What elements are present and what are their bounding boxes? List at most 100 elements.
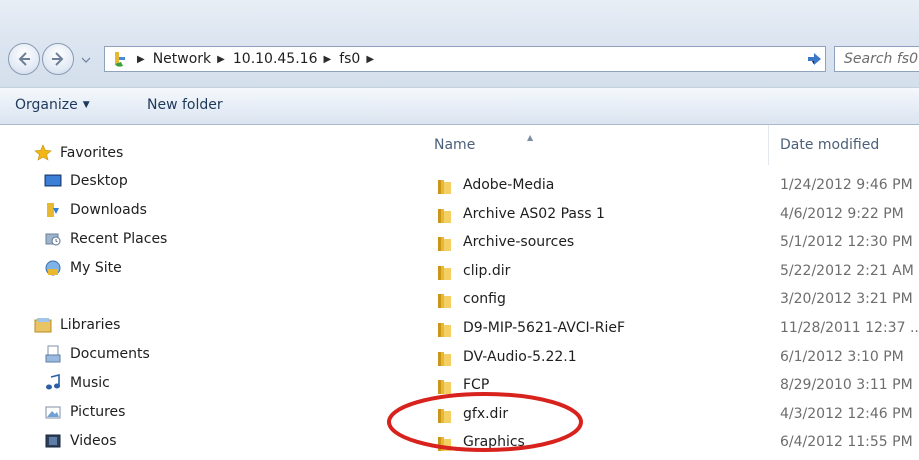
nav-item-documents[interactable]: Documents	[44, 343, 150, 365]
back-button[interactable]	[8, 43, 40, 75]
nav-item-label: Music	[70, 375, 110, 391]
file-name: Archive-sources	[463, 234, 575, 250]
file-row[interactable]: DV-Audio-5.22.1 6/1/2012 3:10 PM	[418, 344, 919, 372]
address-bar[interactable]: ▶ Network ▶ 10.10.45.16 ▶ fs0 ▶ ▼	[104, 46, 826, 72]
nav-item-videos[interactable]: Videos	[44, 430, 117, 452]
breadcrumb-separator-icon[interactable]: ▶	[366, 54, 374, 65]
my-site-icon	[45, 260, 61, 276]
breadcrumb-separator-icon[interactable]: ▶	[137, 54, 145, 65]
nav-item-label: Downloads	[70, 202, 147, 218]
nav-item-my-site[interactable]: My Site	[44, 257, 122, 279]
downloads-icon	[47, 203, 59, 217]
file-date-modified: 1/24/2012 9:46 PM	[780, 177, 913, 193]
new-folder-button[interactable]: New folder	[147, 97, 223, 113]
organize-label: Organize	[15, 97, 78, 113]
nav-item-recent-places[interactable]: Recent Places	[44, 228, 167, 250]
star-icon	[34, 144, 52, 161]
folder-icon	[438, 294, 451, 308]
file-date-modified: 4/3/2012 12:46 PM	[780, 406, 913, 422]
documents-icon	[45, 345, 61, 363]
file-date-modified: 3/20/2012 3:21 PM	[780, 291, 913, 307]
forward-button[interactable]	[42, 43, 74, 75]
recent-pages-dropdown-icon[interactable]	[80, 55, 92, 65]
file-name: Graphics	[463, 434, 525, 450]
file-date-modified: 6/4/2012 11:55 PM	[780, 434, 913, 450]
breadcrumb-network[interactable]: Network	[153, 51, 211, 67]
nav-favorites-label: Favorites	[60, 145, 124, 161]
file-row[interactable]: config 3/20/2012 3:21 PM	[418, 286, 919, 314]
folder-icon	[438, 352, 451, 366]
file-name: FCP	[463, 377, 490, 393]
folder-icon	[438, 409, 451, 423]
file-row[interactable]: D9-MIP-5621-AVCI-RieF 11/28/2011 12:37 ..…	[418, 315, 919, 343]
folder-icon	[438, 266, 451, 280]
nav-item-music[interactable]: Music	[44, 372, 110, 394]
file-name: Archive AS02 Pass 1	[463, 206, 605, 222]
file-row[interactable]: FCP 8/29/2010 3:11 PM	[418, 372, 919, 400]
file-date-modified: 6/1/2012 3:10 PM	[780, 349, 904, 365]
nav-item-label: Desktop	[70, 173, 128, 189]
file-date-modified: 8/29/2010 3:11 PM	[780, 377, 913, 393]
breadcrumb-server[interactable]: 10.10.45.16	[233, 51, 318, 67]
nav-item-desktop[interactable]: Desktop	[44, 170, 128, 192]
videos-icon	[45, 434, 61, 448]
folder-icon	[438, 380, 451, 394]
command-toolbar: Organize ▼ New folder	[0, 87, 919, 125]
folder-icon	[438, 323, 451, 337]
nav-libraries-label: Libraries	[60, 317, 121, 333]
column-divider[interactable]	[768, 125, 769, 165]
network-location-icon	[115, 52, 125, 67]
breadcrumb-separator-icon[interactable]: ▶	[323, 54, 331, 65]
file-row[interactable]: gfx.dir 4/3/2012 12:46 PM	[418, 401, 919, 429]
nav-item-label: Recent Places	[70, 231, 168, 247]
nav-libraries[interactable]: Libraries	[34, 314, 120, 336]
nav-item-label: Videos	[70, 433, 117, 449]
forward-arrow-icon	[52, 52, 64, 66]
navigation-buttons	[8, 43, 104, 77]
recent-places-icon	[45, 233, 61, 246]
breadcrumb-separator-icon[interactable]: ▶	[217, 54, 225, 65]
navigation-pane: Favorites Desktop Downloads Recent Place…	[0, 125, 418, 460]
file-date-modified: 5/1/2012 12:30 PM	[780, 234, 913, 250]
file-date-modified: 5/22/2012 2:21 AM	[780, 263, 914, 279]
music-icon	[46, 374, 60, 390]
file-row[interactable]: Adobe-Media 1/24/2012 9:46 PM	[418, 172, 919, 200]
folder-icon	[438, 237, 451, 251]
folder-icon	[438, 437, 451, 451]
file-row[interactable]: clip.dir 5/22/2012 2:21 AM	[418, 258, 919, 286]
nav-item-label: My Site	[70, 260, 122, 276]
file-name: Adobe-Media	[463, 177, 555, 193]
new-folder-label: New folder	[147, 97, 223, 113]
refresh-button[interactable]	[802, 46, 828, 72]
sort-ascending-icon: ▲	[527, 133, 534, 142]
file-name: D9-MIP-5621-AVCI-RieF	[463, 320, 626, 336]
back-arrow-icon	[18, 52, 30, 66]
file-row[interactable]: Graphics 6/4/2012 11:55 PM	[418, 429, 919, 457]
file-row[interactable]: Archive AS02 Pass 1 4/6/2012 9:22 PM	[418, 201, 919, 229]
nav-item-label: Documents	[70, 346, 150, 362]
pictures-icon	[45, 406, 61, 419]
file-name: config	[463, 291, 506, 307]
nav-item-label: Pictures	[70, 404, 126, 420]
libraries-icon	[34, 318, 52, 333]
file-name: DV-Audio-5.22.1	[463, 349, 577, 365]
nav-item-downloads[interactable]: Downloads	[44, 199, 147, 221]
folder-icon	[438, 209, 451, 223]
nav-item-pictures[interactable]: Pictures	[44, 401, 125, 423]
file-list: Name ▲ Date modified Adobe-Media 1/24/201…	[418, 125, 919, 460]
file-row[interactable]: Archive-sources 5/1/2012 12:30 PM	[418, 229, 919, 257]
file-name: gfx.dir	[463, 406, 509, 422]
column-header-row: Name ▲ Date modified	[418, 125, 919, 165]
nav-favorites[interactable]: Favorites	[34, 142, 123, 164]
folder-icon	[438, 180, 451, 194]
search-placeholder: Search fs0	[844, 51, 918, 67]
column-header-name[interactable]: Name	[434, 137, 475, 153]
organize-button[interactable]: Organize ▼	[15, 97, 90, 113]
breadcrumb-share[interactable]: fs0	[339, 51, 360, 67]
file-name: clip.dir	[463, 263, 511, 279]
column-header-date-modified[interactable]: Date modified	[780, 137, 879, 153]
desktop-icon	[44, 174, 62, 187]
window-title-area: ▶ Network ▶ 10.10.45.16 ▶ fs0 ▶ ▼ Search…	[0, 0, 919, 87]
search-input[interactable]: Search fs0	[834, 46, 919, 72]
file-date-modified: 4/6/2012 9:22 PM	[780, 206, 904, 222]
